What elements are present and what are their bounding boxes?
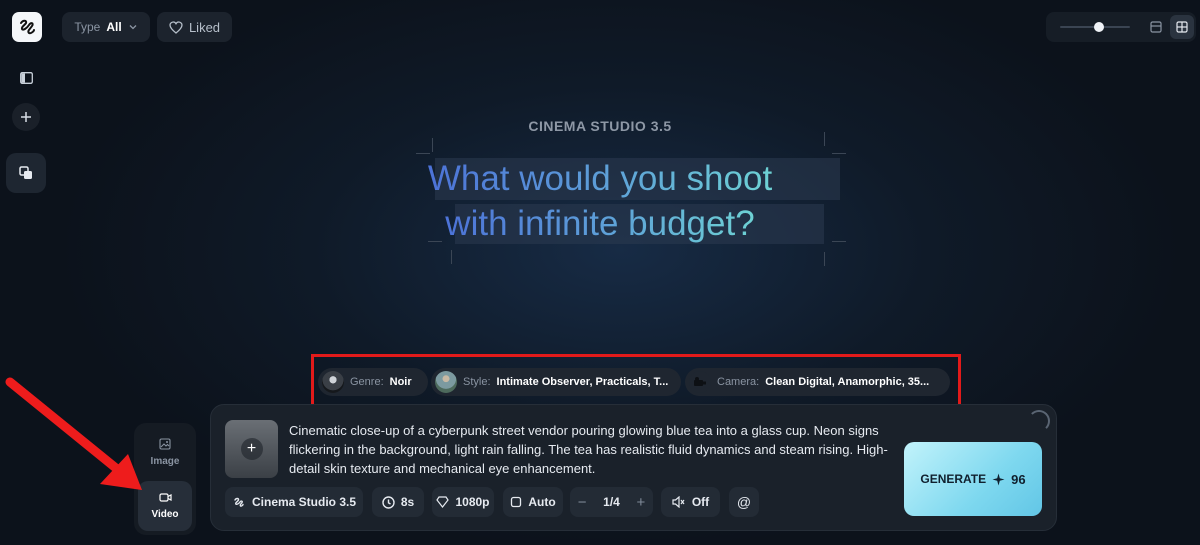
- loading-spinner-icon: [1028, 410, 1050, 432]
- aspect-ratio-icon: [511, 496, 522, 508]
- camera-icon: [694, 377, 706, 386]
- grid-icon: [1176, 21, 1188, 33]
- model-logo-icon: [234, 497, 244, 507]
- chip-genre[interactable]: Genre: Noir: [318, 368, 428, 396]
- batch-count-value: 1/4: [603, 495, 620, 509]
- layout-icon: [1150, 21, 1162, 33]
- headline-line-2: with infinite budget?: [0, 203, 1200, 245]
- model-selector[interactable]: Cinema Studio 3.5: [225, 487, 363, 517]
- add-media-button[interactable]: +: [225, 420, 278, 478]
- chip-style[interactable]: Style: Intimate Observer, Practicals, T.…: [431, 368, 681, 396]
- batch-count-stepper: − 1/4 +: [570, 487, 653, 517]
- audio-label: Off: [691, 495, 710, 509]
- clock-icon: [382, 495, 395, 509]
- duration-selector[interactable]: 8s: [372, 487, 424, 517]
- chip-genre-value: Noir: [389, 376, 412, 388]
- diamond-icon: [436, 496, 450, 508]
- heart-icon: [169, 20, 183, 34]
- resolution-label: 1080p: [455, 495, 490, 509]
- chevron-down-icon: [129, 25, 137, 30]
- camera-thumbnail: [689, 371, 711, 393]
- liked-filter-button[interactable]: Liked: [157, 12, 232, 42]
- chip-genre-key: Genre:: [350, 376, 384, 388]
- sidebar-icon: [19, 72, 33, 84]
- speaker-muted-icon: [672, 496, 685, 508]
- app-logo[interactable]: [12, 12, 42, 42]
- duration-label: 8s: [400, 495, 415, 509]
- resolution-selector[interactable]: 1080p: [432, 487, 494, 517]
- type-filter-value: All: [106, 20, 122, 34]
- generate-cost: 96: [1011, 471, 1026, 487]
- audio-toggle[interactable]: Off: [661, 487, 720, 517]
- generate-label: GENERATE: [920, 472, 987, 486]
- headline-line-1: What would you shoot: [0, 158, 1200, 200]
- sidebar-toggle-button[interactable]: [16, 68, 36, 88]
- model-label: Cinema Studio 3.5: [251, 495, 357, 509]
- zoom-slider-handle[interactable]: [1093, 22, 1104, 32]
- chip-camera-key: Camera:: [717, 376, 760, 388]
- mention-button[interactable]: @: [729, 487, 759, 517]
- mode-video-label: Video: [151, 509, 179, 520]
- batch-decrement-button[interactable]: −: [570, 494, 594, 511]
- batch-increment-button[interactable]: +: [629, 494, 653, 511]
- studio-eyebrow: CINEMA STUDIO 3.5: [528, 118, 672, 134]
- sparkle-icon: [992, 473, 1005, 485]
- view-controls: [1046, 12, 1196, 42]
- list-view-button[interactable]: [1146, 17, 1166, 37]
- style-thumbnail: [435, 371, 457, 393]
- generate-button[interactable]: GENERATE 96: [904, 442, 1042, 516]
- prompt-input[interactable]: Cinematic close-up of a cyberpunk street…: [289, 421, 894, 478]
- liked-label: Liked: [188, 19, 221, 35]
- chip-camera[interactable]: Camera: Clean Digital, Anamorphic, 35...: [685, 368, 950, 396]
- chip-style-value: Intimate Observer, Practicals, T...: [496, 376, 669, 388]
- chip-camera-value: Clean Digital, Anamorphic, 35...: [765, 376, 930, 388]
- type-filter-label: Type: [74, 20, 101, 34]
- aspect-ratio-selector[interactable]: Auto: [503, 487, 563, 517]
- logo-icon: [20, 19, 35, 35]
- plus-icon: +: [240, 438, 263, 460]
- type-filter-dropdown[interactable]: Type All: [62, 12, 150, 42]
- aspect-ratio-label: Auto: [528, 495, 556, 509]
- genre-thumbnail: [322, 371, 344, 393]
- chip-style-key: Style:: [463, 376, 491, 388]
- grid-view-button[interactable]: [1170, 15, 1194, 39]
- red-arrow-icon: [5, 377, 142, 490]
- at-sign-icon: @: [736, 494, 752, 510]
